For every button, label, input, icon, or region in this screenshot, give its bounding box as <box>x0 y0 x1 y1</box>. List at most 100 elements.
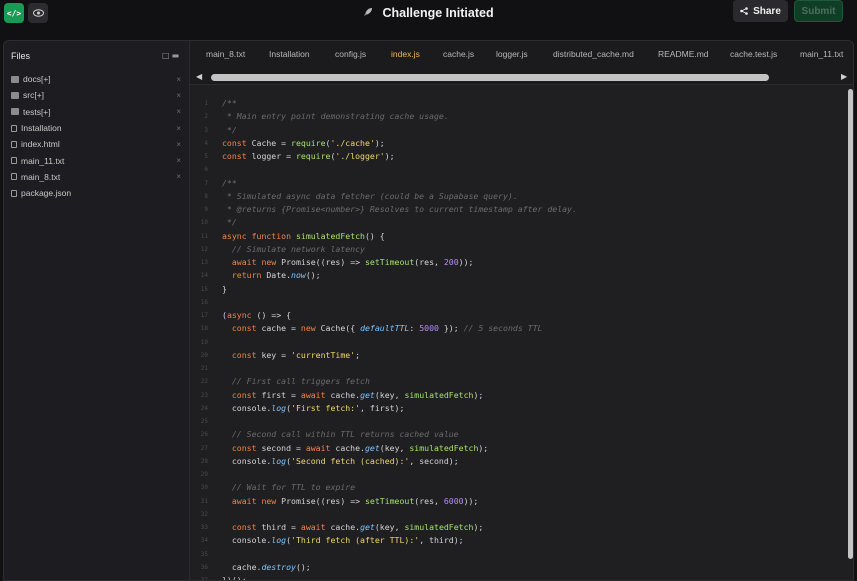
code-line[interactable]: const first = await cache.get(key, simul… <box>222 389 577 402</box>
share-button[interactable]: Share <box>733 0 788 22</box>
code-line[interactable]: })(); <box>222 574 577 580</box>
editor-tab[interactable]: main_11.txt <box>800 49 843 59</box>
scroll-left-icon[interactable]: ◀ <box>196 72 202 81</box>
code-line[interactable]: const Cache = require('./cache'); <box>222 137 577 150</box>
file-tree-item[interactable]: Installation × <box>11 120 183 136</box>
code-line[interactable]: (async () => { <box>222 309 577 322</box>
file-tree-label: Installation <box>21 123 62 134</box>
editor-vertical-scrollbar[interactable] <box>847 85 853 580</box>
code-line[interactable]: const logger = require('./logger'); <box>222 150 577 163</box>
code-line[interactable]: return Date.now(); <box>222 269 577 282</box>
folder-icon <box>11 108 19 116</box>
editor-tab[interactable]: README.md <box>658 49 709 59</box>
code-line[interactable] <box>222 548 577 561</box>
file-tree-item[interactable]: src[+] × <box>11 87 183 103</box>
code-line[interactable]: // Wait for TTL to expire <box>222 481 577 494</box>
editor-scroll-thumb[interactable] <box>848 89 853 559</box>
file-icon <box>11 124 17 132</box>
editor-tabs: main_8.txt Installation config.js index.js c… <box>190 41 853 69</box>
file-tree-item[interactable]: package.json <box>11 185 183 201</box>
delete-icon[interactable]: × <box>176 107 181 116</box>
explorer-actions: □▬ <box>162 51 181 60</box>
code-line[interactable]: const third = await cache.get(key, simul… <box>222 521 577 534</box>
editor-tab[interactable]: cache.test.js <box>730 49 777 59</box>
scroll-thumb[interactable] <box>211 74 769 81</box>
new-folder-icon[interactable]: ▬ <box>172 51 182 60</box>
code-line[interactable] <box>222 415 577 428</box>
delete-icon[interactable]: × <box>176 156 181 165</box>
file-tree-label: tests[+] <box>23 106 51 117</box>
scroll-right-icon[interactable]: ▶ <box>841 72 847 81</box>
file-tree-item[interactable]: main_8.txt × <box>11 169 183 185</box>
editor-tab[interactable]: Installation <box>269 49 310 59</box>
code-line[interactable]: async function simulatedFetch() { <box>222 230 577 243</box>
top-bar: </> Challenge Initiated Share Submit <box>0 0 857 28</box>
code-line[interactable] <box>222 163 577 176</box>
code-line[interactable]: } <box>222 283 577 296</box>
code-line[interactable]: console.log('Third fetch (after TTL):', … <box>222 534 577 547</box>
line-numbers: 1 2 3 4 5 6 7 8 9 10 11 12 13 14 15 16 1… <box>200 100 208 581</box>
code-line[interactable]: */ <box>222 124 577 137</box>
code-line[interactable]: console.log('First fetch:', first); <box>222 402 577 415</box>
code-line[interactable] <box>222 468 577 481</box>
code-content[interactable]: /** * Main entry point demonstrating cac… <box>222 97 577 580</box>
code-line[interactable]: * Simulated async data fetcher (could be… <box>222 190 577 203</box>
file-tree-item[interactable]: index.html × <box>11 136 183 152</box>
file-tree: docs[+] × src[+] × tests[+] × Installation × ind… <box>11 71 183 201</box>
folder-icon <box>11 91 19 99</box>
editor-tab[interactable]: config.js <box>335 49 366 59</box>
file-tree-item[interactable]: tests[+] × <box>11 104 183 120</box>
file-tree-label: package.json <box>21 188 72 199</box>
code-line[interactable]: /** <box>222 97 577 110</box>
file-tree-label: main_8.txt <box>21 171 61 182</box>
delete-icon[interactable]: × <box>176 75 181 84</box>
editor-tab[interactable]: main_8.txt <box>206 49 245 59</box>
delete-icon[interactable]: × <box>176 91 181 100</box>
file-tree-label: docs[+] <box>23 74 51 85</box>
code-line[interactable]: const key = 'currentTime'; <box>222 349 577 362</box>
workspace: Files □▬ docs[+] × src[+] × tests[+] × Install… <box>3 40 854 581</box>
editor-tab[interactable]: distributed_cache.md <box>553 49 634 59</box>
code-line[interactable] <box>222 296 577 309</box>
editor-tab[interactable]: logger.js <box>496 49 528 59</box>
share-label: Share <box>753 5 781 17</box>
editor-tab[interactable]: cache.js <box>443 49 474 59</box>
code-line[interactable]: // Simulate network latency <box>222 243 577 256</box>
file-icon <box>11 157 17 165</box>
code-line[interactable]: await new Promise((res) => setTimeout(re… <box>222 495 577 508</box>
delete-icon[interactable]: × <box>176 140 181 149</box>
code-line[interactable] <box>222 336 577 349</box>
code-line[interactable]: * @returns {Promise<number>} Resolves to… <box>222 203 577 216</box>
submit-button[interactable]: Submit <box>794 0 843 22</box>
code-line[interactable]: */ <box>222 216 577 229</box>
code-line[interactable]: /** <box>222 177 577 190</box>
code-line[interactable] <box>222 362 577 375</box>
rocket-icon <box>363 8 376 20</box>
code-line[interactable]: console.log('Second fetch (cached):', se… <box>222 455 577 468</box>
file-tree-item[interactable]: docs[+] × <box>11 71 183 87</box>
code-line[interactable]: * Main entry point demonstrating cache u… <box>222 110 577 123</box>
delete-icon[interactable]: × <box>176 124 181 133</box>
file-tree-label: index.html <box>21 139 60 150</box>
code-line[interactable]: const cache = new Cache({ defaultTTL: 50… <box>222 322 577 335</box>
page-title-text: Challenge Initiated <box>382 6 494 20</box>
code-line[interactable]: // Second call within TTL returns cached… <box>222 428 577 441</box>
files-heading: Files <box>11 51 31 61</box>
code-editor[interactable]: 1 2 3 4 5 6 7 8 9 10 11 12 13 14 15 16 1… <box>190 85 853 581</box>
code-line[interactable]: // First call triggers fetch <box>222 375 577 388</box>
share-icon <box>740 7 748 15</box>
code-line[interactable]: await new Promise((res) => setTimeout(re… <box>222 256 577 269</box>
submit-label: Submit <box>801 5 836 17</box>
file-icon <box>11 140 17 148</box>
editor-tab[interactable]: index.js <box>391 49 420 59</box>
new-file-icon[interactable]: □ <box>162 51 172 60</box>
file-tree-item[interactable]: main_11.txt × <box>11 152 183 168</box>
code-line[interactable]: const second = await cache.get(key, simu… <box>222 442 577 455</box>
page-title: Challenge Initiated <box>0 6 857 20</box>
code-line[interactable] <box>222 508 577 521</box>
tab-scrollbar[interactable]: ◀ ▶ <box>196 72 852 82</box>
code-line[interactable]: cache.destroy(); <box>222 561 577 574</box>
file-tree-label: main_11.txt <box>21 155 65 166</box>
file-icon <box>11 189 17 197</box>
delete-icon[interactable]: × <box>176 172 181 181</box>
